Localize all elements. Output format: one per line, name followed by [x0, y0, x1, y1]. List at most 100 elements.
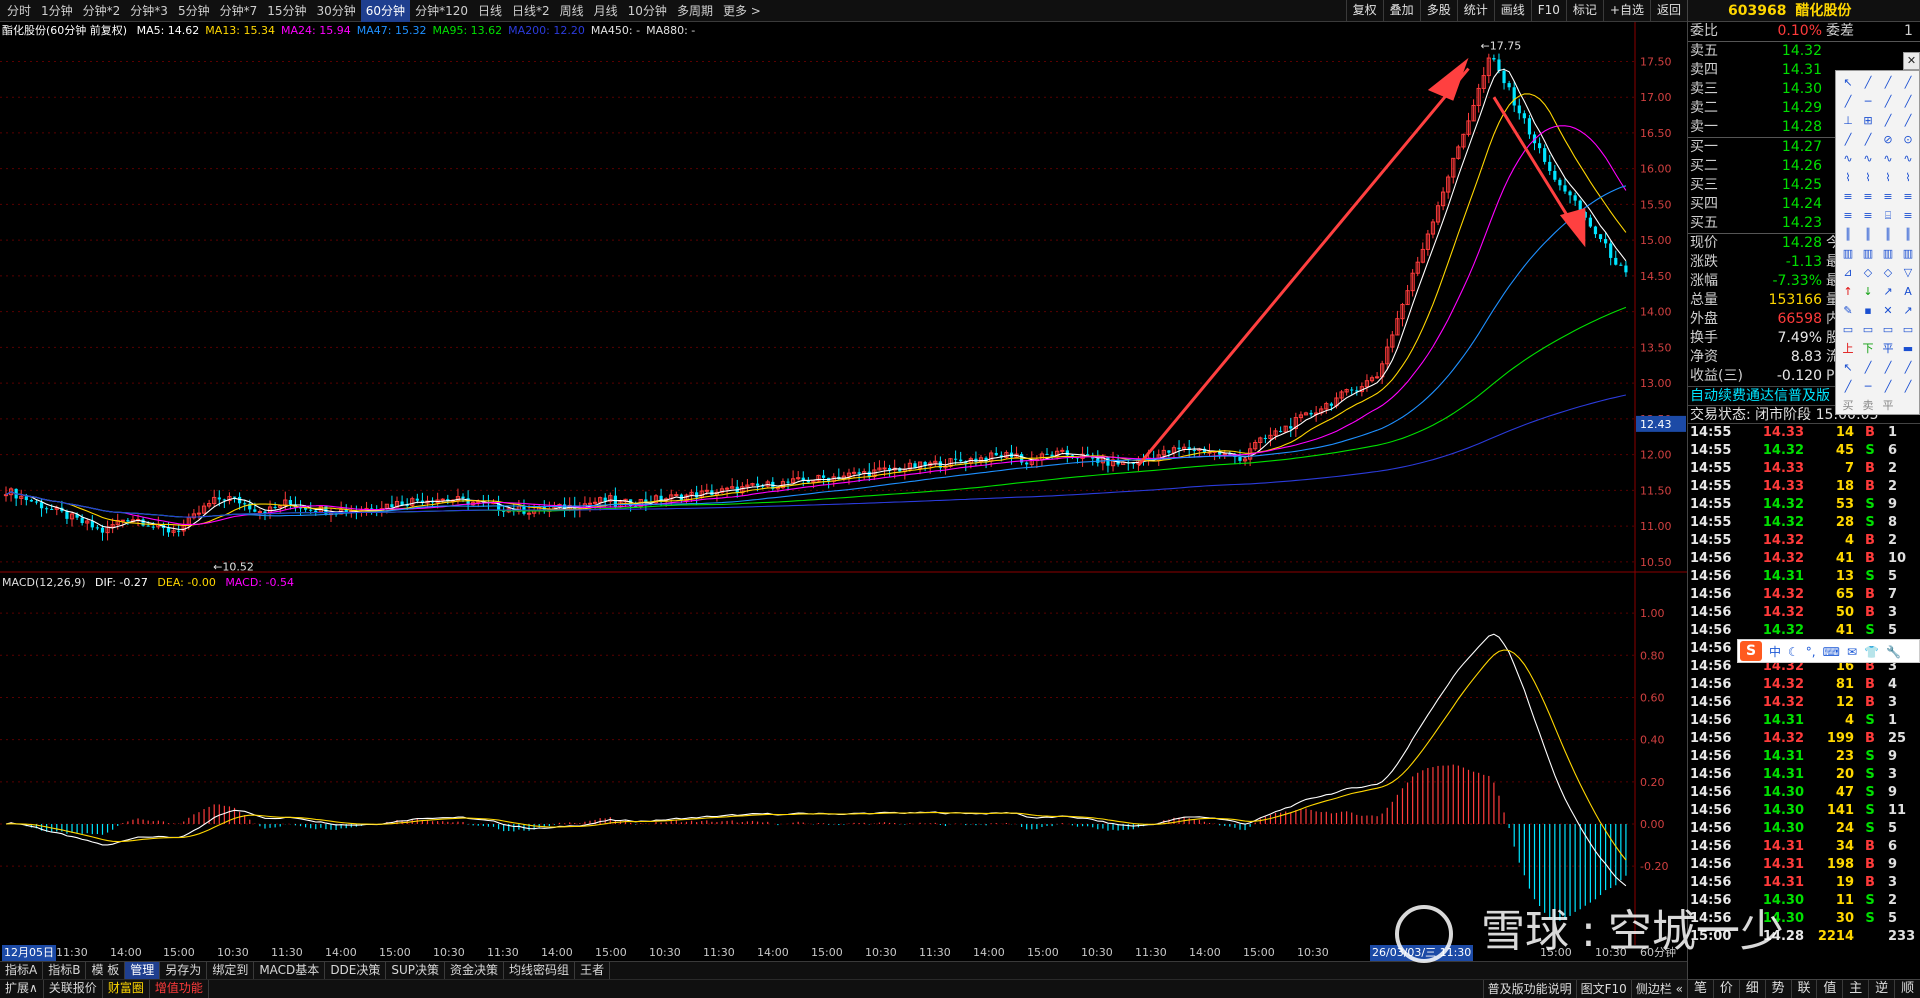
indicator-tab[interactable]: 指标A	[0, 962, 44, 979]
draw-tool-icon[interactable]: ↗	[1899, 303, 1917, 319]
draw-tool-icon[interactable]: ╱	[1879, 113, 1897, 129]
tool-button[interactable]: 标记	[1565, 0, 1603, 22]
side-tab[interactable]: 联	[1792, 980, 1818, 998]
draw-tool-icon[interactable]: ╱	[1899, 360, 1917, 376]
draw-tool-icon[interactable]: ─	[1859, 94, 1877, 110]
draw-tool-icon[interactable]: 平	[1879, 341, 1897, 357]
period-tab[interactable]: 30分钟	[312, 0, 361, 22]
draw-tool-icon[interactable]: ↖	[1839, 360, 1857, 376]
period-tab[interactable]: 多周期	[672, 0, 718, 22]
draw-tool-icon[interactable]: ╱	[1879, 94, 1897, 110]
side-tab[interactable]: 笔	[1688, 980, 1714, 998]
ime-icon[interactable]: ✉	[1847, 645, 1857, 659]
draw-tool-icon[interactable]: ╱	[1899, 379, 1917, 395]
draw-tool-icon[interactable]: ║	[1839, 227, 1857, 243]
draw-tool-icon[interactable]: ∿	[1839, 151, 1857, 167]
draw-tool-icon[interactable]: ║	[1859, 227, 1877, 243]
draw-tool-icon[interactable]: ╱	[1879, 379, 1897, 395]
indicator-tab[interactable]: 王者	[575, 962, 611, 979]
indicator-tab[interactable]: 均线密码组	[504, 962, 576, 979]
draw-tool-icon[interactable]: ╱	[1839, 94, 1857, 110]
draw-tool-icon[interactable]: ▽	[1899, 265, 1917, 281]
indicator-tab[interactable]: MACD基本	[254, 962, 326, 979]
draw-tool-label[interactable]: 平	[1879, 398, 1897, 414]
side-tab[interactable]: 值	[1817, 980, 1844, 998]
indicator-tab[interactable]: 指标B	[43, 962, 87, 979]
draw-tool-icon[interactable]: ▥	[1879, 246, 1897, 262]
draw-tool-icon[interactable]: ↓	[1859, 284, 1877, 300]
period-tab[interactable]: 分钟*3	[125, 0, 173, 22]
draw-tool-icon[interactable]: ╱	[1839, 379, 1857, 395]
draw-tool-icon[interactable]: ╱	[1899, 94, 1917, 110]
side-tab[interactable]: 逆	[1869, 980, 1896, 998]
draw-tool-icon[interactable]: ▭	[1879, 322, 1897, 338]
draw-tool-icon[interactable]: ╱	[1859, 75, 1877, 91]
extension-tab[interactable]: 关联报价	[44, 980, 103, 998]
side-tab[interactable]: 价	[1714, 980, 1740, 998]
draw-tool-icon[interactable]: ▥	[1859, 246, 1877, 262]
draw-tool-icon[interactable]: ║	[1879, 227, 1897, 243]
period-tab[interactable]: 5分钟	[173, 0, 215, 22]
side-tab[interactable]: 势	[1766, 980, 1792, 998]
period-tab[interactable]: 周线	[555, 0, 589, 22]
draw-tool-icon[interactable]: ⊿	[1839, 265, 1857, 281]
tool-button[interactable]: +自选	[1602, 0, 1650, 22]
indicator-tab[interactable]: 另存为	[160, 962, 208, 979]
draw-tool-icon[interactable]: ⌇	[1839, 170, 1857, 186]
extension-tab[interactable]: 增值功能	[150, 980, 209, 998]
draw-tool-icon[interactable]: ╱	[1899, 75, 1917, 91]
draw-tool-icon[interactable]: ▬	[1899, 341, 1917, 357]
period-tab[interactable]: 10分钟	[623, 0, 672, 22]
draw-tool-icon[interactable]: ⌇	[1899, 170, 1917, 186]
indicator-tab[interactable]: DDE决策	[325, 962, 387, 979]
sogou-logo-icon[interactable]: S	[1740, 641, 1762, 661]
draw-tool-icon[interactable]: ╱	[1899, 113, 1917, 129]
period-tab[interactable]: 60分钟	[360, 0, 411, 22]
draw-tool-icon[interactable]: ▥	[1899, 246, 1917, 262]
draw-tool-icon[interactable]: ║	[1899, 227, 1917, 243]
tool-button[interactable]: 返回	[1649, 0, 1687, 22]
status-item[interactable]: 普及版功能说明	[1482, 980, 1576, 998]
tool-button[interactable]: 复权	[1345, 0, 1383, 22]
ime-icon[interactable]: ☾	[1788, 645, 1799, 659]
draw-tool-icon[interactable]: ⌇	[1879, 170, 1897, 186]
tool-button[interactable]: 统计	[1456, 0, 1494, 22]
draw-tool-label[interactable]: 卖	[1859, 398, 1877, 414]
draw-tool-icon[interactable]: ≡	[1839, 208, 1857, 224]
draw-tool-icon[interactable]: 下	[1859, 341, 1877, 357]
period-tab[interactable]: 分钟*2	[78, 0, 126, 22]
draw-tool-icon[interactable]: ▭	[1859, 322, 1877, 338]
period-tab[interactable]: 分钟*7	[215, 0, 263, 22]
period-tab[interactable]: 分时	[2, 0, 36, 22]
indicator-tab[interactable]: 资金决策	[445, 962, 505, 979]
draw-tool-icon[interactable]: ◇	[1879, 265, 1897, 281]
draw-tool-icon[interactable]: ▪	[1859, 303, 1877, 319]
draw-tool-icon[interactable]: ∿	[1879, 151, 1897, 167]
tool-button[interactable]: 画线	[1493, 0, 1531, 22]
draw-tool-icon[interactable]: ≡	[1879, 189, 1897, 205]
indicator-tab[interactable]: SUP决策	[386, 962, 446, 979]
period-tab[interactable]: 15分钟	[262, 0, 311, 22]
tool-button[interactable]: 多股	[1419, 0, 1457, 22]
draw-tool-icon[interactable]: ✕	[1879, 303, 1897, 319]
ime-icon[interactable]: 🔧	[1886, 645, 1901, 659]
draw-tool-icon[interactable]: ≡	[1899, 208, 1917, 224]
draw-tool-icon[interactable]: ↑	[1839, 284, 1857, 300]
draw-tool-icon[interactable]: ╱	[1859, 360, 1877, 376]
draw-tool-icon[interactable]: ≡	[1839, 189, 1857, 205]
period-tab[interactable]: 分钟*120	[410, 0, 473, 22]
side-tab[interactable]: 细	[1740, 980, 1766, 998]
draw-tool-icon[interactable]: ▭	[1899, 322, 1917, 338]
draw-tool-icon[interactable]: ─	[1859, 379, 1877, 395]
draw-tool-icon[interactable]: A	[1899, 284, 1917, 300]
ime-icon[interactable]: °,	[1806, 645, 1816, 659]
draw-tool-icon[interactable]: ≡	[1859, 208, 1877, 224]
indicator-tab[interactable]: 绑定到	[207, 962, 255, 979]
draw-tool-label[interactable]: 买	[1839, 398, 1857, 414]
ime-icon[interactable]: 👕	[1864, 645, 1879, 659]
draw-tool-icon[interactable]: ⌸	[1879, 208, 1897, 224]
draw-tool-icon[interactable]: ⊘	[1879, 132, 1897, 148]
tool-button[interactable]: 叠加	[1382, 0, 1420, 22]
draw-tool-icon[interactable]: ╱	[1879, 75, 1897, 91]
draw-tool-icon[interactable]: 上	[1839, 341, 1857, 357]
